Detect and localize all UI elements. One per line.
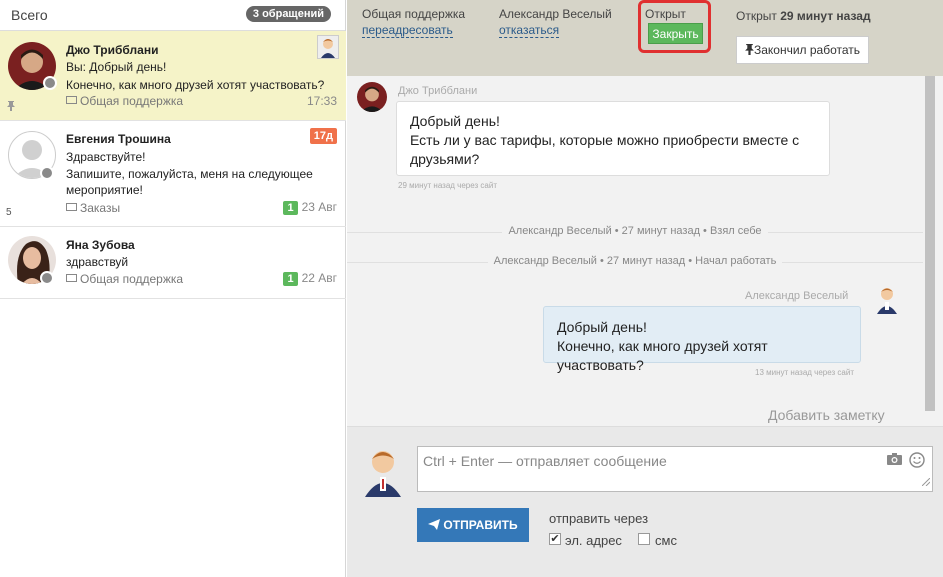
ticket-queue: Заказы xyxy=(66,201,120,215)
mail-icon xyxy=(66,203,77,211)
unread-badge: 1 xyxy=(283,272,298,286)
ticket-preview-line: здравствуй xyxy=(66,255,129,269)
status-dot xyxy=(40,166,54,180)
scrollbar[interactable] xyxy=(925,76,935,411)
add-note-link[interactable]: Добавить заметку xyxy=(768,407,885,423)
reply-composer: Ctrl + Enter — отправляет сообщение ОТПР… xyxy=(347,426,943,577)
mail-icon xyxy=(66,96,77,104)
ticket-item[interactable]: Джо Трибблани Вы: Добрый день! Конечно, … xyxy=(0,31,346,121)
unread-badge: 1 xyxy=(283,201,298,215)
ticket-date: 1 22 Авг xyxy=(283,271,337,286)
message-line: Добрый день! xyxy=(557,319,647,335)
message-meta: 13 минут назад через сайт xyxy=(755,368,854,377)
send-button[interactable]: ОТПРАВИТЬ xyxy=(417,508,529,542)
status-highlight: Открыт Закрыть xyxy=(638,0,711,53)
status-dot xyxy=(43,76,57,90)
age-badge: 17д xyxy=(309,128,337,144)
decline-link[interactable]: отказаться xyxy=(499,24,560,38)
send-icon xyxy=(428,519,441,530)
ticket-list-title: Всего xyxy=(11,7,48,23)
send-via-label: отправить через xyxy=(549,511,649,526)
status-dot xyxy=(40,271,54,285)
email-option-label: эл. адрес xyxy=(565,533,622,548)
message-line: Есть ли у вас тарифы, которые можно прио… xyxy=(410,132,800,148)
pin-icon xyxy=(745,44,754,55)
sms-checkbox[interactable] xyxy=(638,533,650,545)
message-history: Джо Трибблани Добрый день! Есть ли у вас… xyxy=(347,76,943,426)
mail-icon xyxy=(66,274,77,282)
sms-option-label: смс xyxy=(655,533,677,548)
pin-icon[interactable] xyxy=(7,101,15,113)
ticket-preview-line: мероприятие! xyxy=(66,183,143,197)
agent-avatar xyxy=(875,284,899,314)
ticket-preview-line: Запишите, пожалуйста, меня на следующее xyxy=(66,167,313,181)
event-taken: Александр Веселый • 27 минут назад • Взя… xyxy=(347,225,923,237)
ticket-date: 1 23 Авг xyxy=(283,200,337,215)
message-input-placeholder: Ctrl + Enter — отправляет сообщение xyxy=(423,453,667,469)
ticket-item[interactable]: Евгения Трошина Здравствуйте! Запишите, … xyxy=(0,121,346,227)
agent-message-bubble: Добрый день! Конечно, как много друзей х… xyxy=(543,306,861,373)
message-meta: 29 минут назад через сайт xyxy=(398,181,497,190)
message-author: Джо Трибблани xyxy=(398,85,478,97)
ticket-side-number: 5 xyxy=(6,207,12,218)
emoji-icon[interactable] xyxy=(909,452,925,471)
agent-avatar xyxy=(363,445,403,497)
client-message-bubble: Добрый день! Есть ли у вас тарифы, котор… xyxy=(396,101,830,176)
queue-label: Общая поддержка xyxy=(362,7,466,21)
ticket-preview-line: Конечно, как много друзей хотят участвов… xyxy=(66,78,325,92)
assigned-agent-icon xyxy=(317,35,339,59)
ticket-count-badge: 3 обращений xyxy=(245,6,331,22)
email-checkbox[interactable]: ✔ xyxy=(549,533,561,545)
ticket-queue: Общая поддержка xyxy=(66,272,183,286)
ticket-toolbar: Общая поддержка переадресовать Александр… xyxy=(347,0,943,76)
resize-handle[interactable] xyxy=(921,475,931,489)
ticket-client-name: Евгения Трошина xyxy=(66,132,171,146)
message-line: Добрый день! xyxy=(410,113,500,129)
agent-label: Александр Веселый xyxy=(499,7,612,21)
ticket-list-header: Всего 3 обращений xyxy=(0,0,345,31)
ticket-client-name: Яна Зубова xyxy=(66,238,135,252)
ticket-time: 17:33 xyxy=(306,94,337,108)
forward-link[interactable]: переадресовать xyxy=(362,24,453,38)
opened-time-text: Открыт 29 минут назад xyxy=(736,9,871,23)
ticket-item[interactable]: Яна Зубова здравствуй Общая поддержка 12… xyxy=(0,227,346,299)
message-line: друзьями? xyxy=(410,151,480,167)
message-input[interactable]: Ctrl + Enter — отправляет сообщение xyxy=(417,446,933,492)
client-avatar xyxy=(357,82,387,112)
ticket-list-panel: Всего 3 обращений Джо Трибблани Вы: Добр… xyxy=(0,0,346,577)
status-label: Открыт xyxy=(645,7,686,21)
ticket-queue: Общая поддержка xyxy=(66,94,183,108)
finish-work-button[interactable]: Закончил работать xyxy=(736,36,869,64)
ticket-client-name: Джо Трибблани xyxy=(66,43,159,57)
close-ticket-button[interactable]: Закрыть xyxy=(648,23,703,44)
event-started: Александр Веселый • 27 минут назад • Нач… xyxy=(347,255,923,267)
ticket-preview-line: Вы: Добрый день! xyxy=(66,60,167,74)
camera-icon[interactable] xyxy=(887,453,902,468)
ticket-preview-line: Здравствуйте! xyxy=(66,150,146,164)
message-author: Александр Веселый xyxy=(745,290,849,302)
